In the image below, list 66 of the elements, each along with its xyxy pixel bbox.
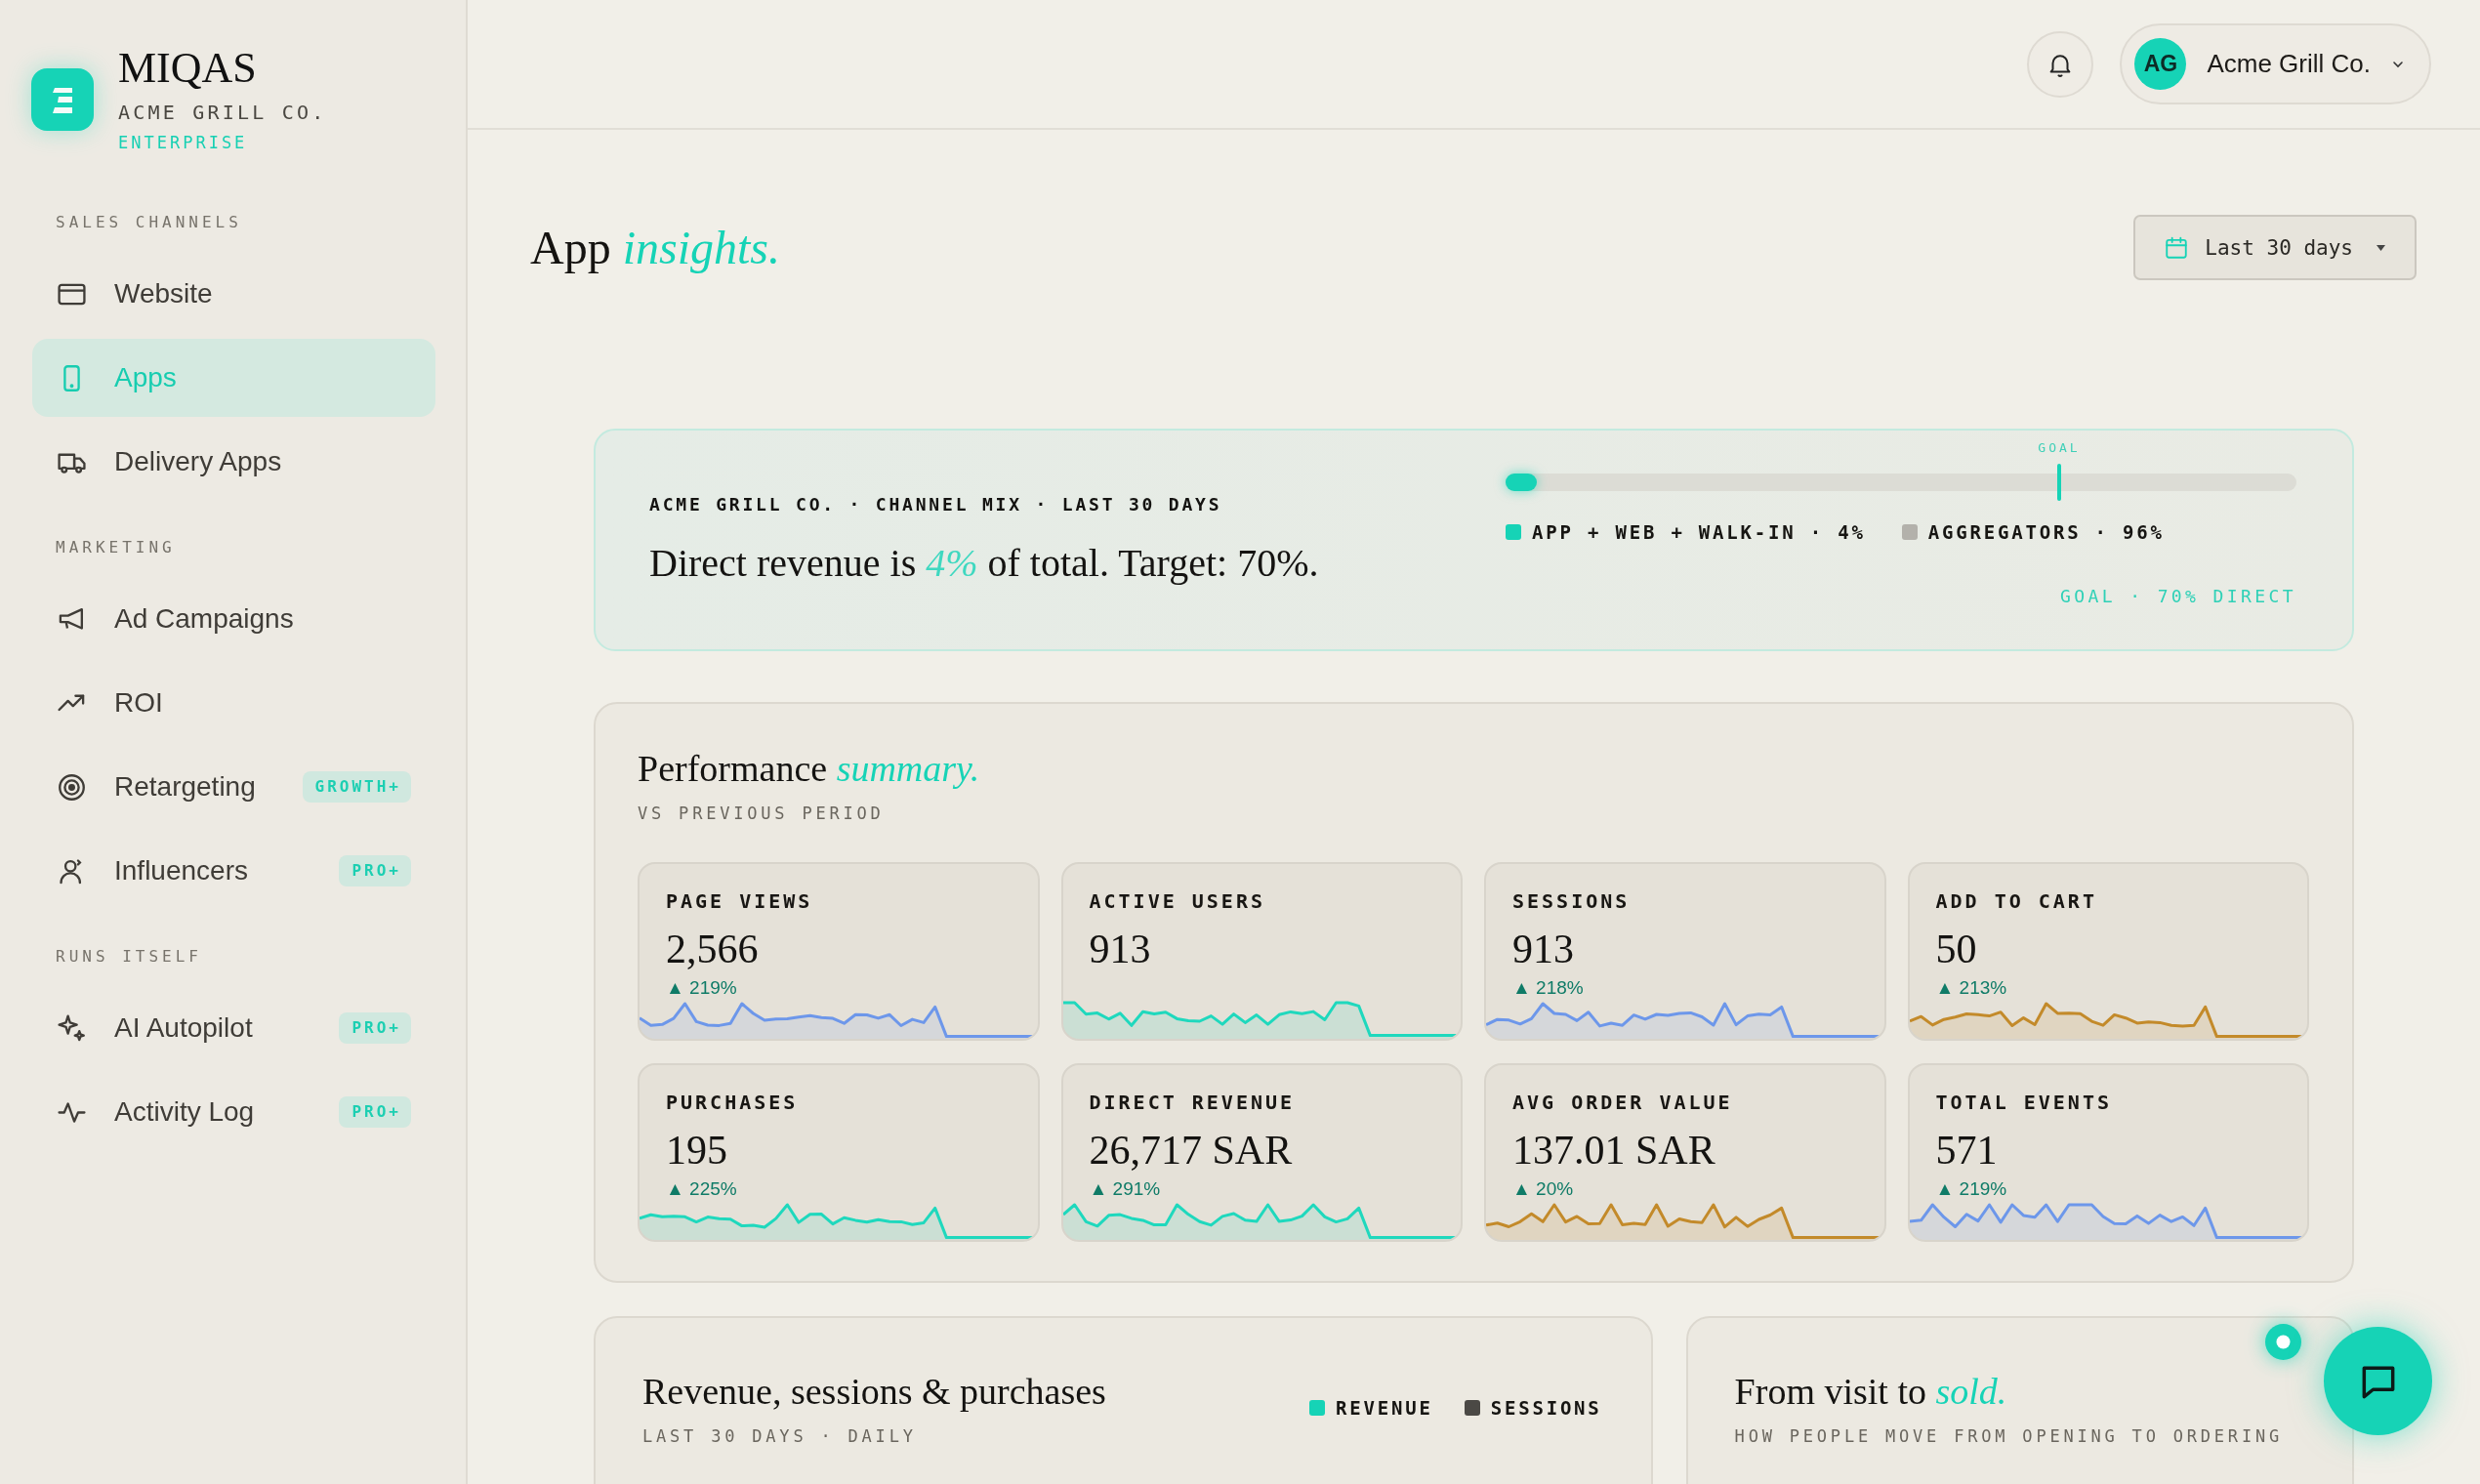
target-icon bbox=[57, 771, 87, 803]
metric-delta: ▲ 213% bbox=[1935, 977, 2007, 999]
legend-label: APP + WEB + WALK-IN · 4% bbox=[1532, 521, 1866, 543]
sidebar-item[interactable]: Influencers PRO+ bbox=[32, 832, 435, 910]
metric-delta: ▲ 20% bbox=[1512, 1178, 1574, 1200]
metric-delta: ▲ 219% bbox=[666, 977, 737, 999]
metric-delta: ▲ 225% bbox=[666, 1178, 737, 1200]
sidebar-item[interactable]: ROI bbox=[32, 664, 435, 742]
logo-icon bbox=[31, 68, 94, 131]
section-title: Performance summary. bbox=[638, 747, 980, 791]
channel-mix-caption: ACME GRILL CO. · CHANNEL MIX · LAST 30 DAYS bbox=[649, 493, 1222, 516]
panel-subtitle: LAST 30 DAYS · DAILY bbox=[642, 1426, 917, 1446]
panel-title: From visit to sold. bbox=[1734, 1370, 2007, 1414]
sidebar-item[interactable]: Website bbox=[32, 255, 435, 333]
metric-label: SESSIONS bbox=[1512, 889, 1631, 913]
metric-label: ADD TO CART bbox=[1935, 889, 2097, 913]
metric-label: DIRECT REVENUE bbox=[1089, 1091, 1296, 1114]
goal-note: GOAL · 70% DIRECT bbox=[2059, 587, 2296, 606]
metric-value: 913 bbox=[1512, 927, 1574, 971]
sidebar-item[interactable]: Retargeting GROWTH+ bbox=[32, 748, 435, 826]
metric-delta: ▲ 291% bbox=[1089, 1178, 1161, 1200]
calendar-icon bbox=[2164, 234, 2190, 261]
metric-label: TOTAL EVENTS bbox=[1935, 1091, 2112, 1114]
company-name: ACME GRILL CO. bbox=[118, 102, 327, 123]
plan-badge: GROWTH+ bbox=[302, 771, 411, 803]
plan-badge: PRO+ bbox=[339, 1096, 411, 1128]
metric-label: ACTIVE USERS bbox=[1089, 889, 1265, 913]
plan-label: ENTERPRISE bbox=[118, 133, 248, 152]
legend-label: AGGREGATORS · 96% bbox=[1927, 521, 2165, 543]
panel-subtitle: HOW PEOPLE MOVE FROM OPENING TO ORDERING bbox=[1734, 1426, 2283, 1446]
date-range-button[interactable]: Last 30 days bbox=[2133, 215, 2417, 280]
legend-label: SESSIONS bbox=[1490, 1396, 1602, 1419]
legend-label: REVENUE bbox=[1336, 1396, 1433, 1419]
section-subtitle: VS PREVIOUS PERIOD bbox=[638, 804, 885, 823]
page-title: App insights. bbox=[530, 221, 781, 275]
metric-value: 137.01 SAR bbox=[1512, 1128, 1715, 1173]
caret-icon bbox=[2377, 244, 2385, 251]
brand-name: MIQAS bbox=[118, 47, 257, 90]
metric-value: 571 bbox=[1935, 1128, 1998, 1173]
sidebar-item[interactable]: AI Autopilot PRO+ bbox=[32, 989, 435, 1067]
avatar: AG bbox=[2134, 38, 2187, 90]
section-label: SALES CHANNELS bbox=[55, 213, 243, 232]
sidebar-item[interactable]: Ad Campaigns bbox=[32, 580, 435, 658]
metric-value: 2,566 bbox=[666, 927, 759, 971]
metric-label: PAGE VIEWS bbox=[666, 889, 813, 913]
section-label: RUNS ITSELF bbox=[55, 947, 203, 967]
plan-badge: PRO+ bbox=[339, 1012, 411, 1044]
status-dot-icon bbox=[2265, 1324, 2301, 1360]
metric-label: AVG ORDER VALUE bbox=[1512, 1091, 1733, 1114]
sidebar-item[interactable]: Delivery Apps bbox=[32, 423, 435, 501]
metric-delta: ▲ 219% bbox=[1935, 1178, 2007, 1200]
panel-title: Revenue, sessions & purchases bbox=[642, 1370, 1106, 1414]
chat-button[interactable] bbox=[2324, 1327, 2432, 1435]
metric-value: 26,717 SAR bbox=[1089, 1128, 1293, 1173]
sparkle-icon bbox=[57, 1012, 87, 1044]
metric-value: 50 bbox=[1935, 927, 1977, 971]
sidebar-item[interactable]: Activity Log PRO+ bbox=[32, 1073, 435, 1151]
account-menu-button[interactable]: AG Acme Grill Co. bbox=[2120, 23, 2431, 104]
metric-value: 913 bbox=[1089, 927, 1151, 971]
revenue-headline: Direct revenue is 4% of total. Target: 70%. bbox=[649, 540, 1319, 587]
plan-badge: PRO+ bbox=[339, 855, 411, 886]
section-label: MARKETING bbox=[55, 538, 177, 557]
metric-label: PURCHASES bbox=[666, 1091, 799, 1114]
goal-label: GOAL bbox=[2038, 440, 2081, 456]
metric-value: 195 bbox=[666, 1128, 727, 1173]
metric-delta: ▲ 218% bbox=[1512, 977, 1584, 999]
